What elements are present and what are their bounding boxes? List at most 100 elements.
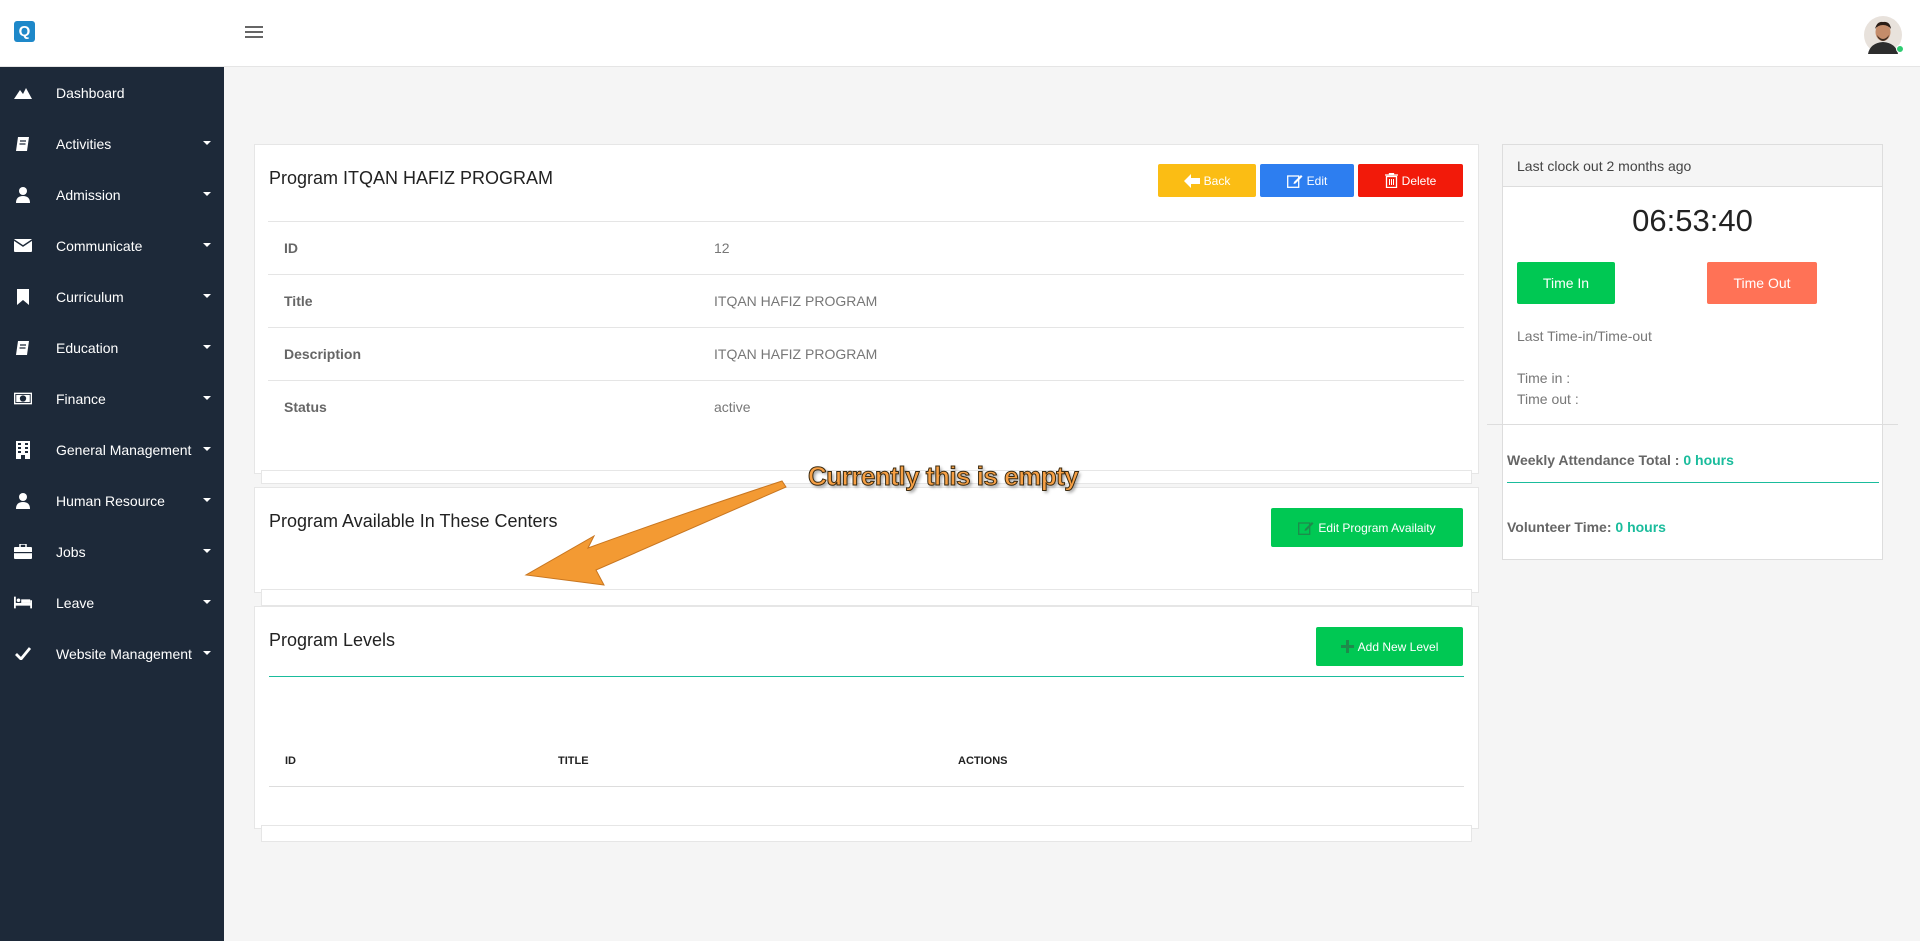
sidebar-item-leave[interactable]: Leave [0,577,224,628]
edit-button[interactable]: Edit [1260,164,1354,197]
levels-divider [269,676,1464,677]
caret-down-icon [203,549,211,553]
detail-key: ID [284,240,298,256]
book-icon [14,340,32,356]
avatar[interactable] [1864,16,1904,54]
caret-down-icon [203,651,211,655]
sidebar-item-label: Leave [56,594,95,611]
user-icon [14,492,32,509]
detail-row-description: Description ITQAN HAFIZ PROGRAM [268,327,1464,380]
detail-value: ITQAN HAFIZ PROGRAM [714,346,878,362]
table-header-border [269,786,1464,787]
app-logo[interactable]: Q [14,21,35,42]
edit-availability-label: Edit Program Availaity [1318,520,1436,535]
sidebar-item-website-management[interactable]: Website Management [0,628,224,679]
clock-display: 06:53:40 [1632,203,1753,238]
add-level-button[interactable]: Add New Level [1316,627,1463,666]
time-in-text: Time in : [1517,370,1571,386]
caret-down-icon [203,141,211,145]
levels-card [254,606,1479,829]
edit-availability-button[interactable]: Edit Program Availaity [1271,508,1463,547]
sidebar-item-label: Communicate [56,237,143,254]
panel-divider [1487,424,1898,425]
time-in-label: Time In [1542,275,1590,291]
sidebar-item-admission[interactable]: Admission [0,169,224,220]
last-timein-label: Last Time-in/Time-out [1517,328,1652,344]
sidebar-item-general-management[interactable]: General Management [0,424,224,475]
detail-key: Description [284,346,362,362]
back-button[interactable]: Back [1158,164,1256,197]
sidebar-item-jobs[interactable]: Jobs [0,526,224,577]
caret-down-icon [203,243,211,247]
bookmark-icon [14,288,32,305]
sidebar-item-human-resource[interactable]: Human Resource [0,475,224,526]
levels-title: Program Levels [269,630,396,650]
sidebar-item-label: General Management [56,441,192,458]
arrow-left-icon [1183,173,1200,188]
caret-down-icon [203,600,211,604]
money-icon [14,391,32,407]
time-out-text: Time out : [1517,391,1579,407]
sidebar-item-label: Admission [56,186,121,203]
sidebar-item-finance[interactable]: Finance [0,373,224,424]
sidebar-item-education[interactable]: Education [0,322,224,373]
detail-value: active [714,399,751,415]
sidebar-item-label: Education [56,339,119,356]
caret-down-icon [203,294,211,298]
sidebar-item-dashboard[interactable]: Dashboard [0,67,224,118]
detail-value: 12 [714,240,730,256]
logo-letter: Q [18,23,31,40]
panel-header: Last clock out 2 months ago [1503,145,1882,187]
dashboard-icon [14,85,32,101]
edit-icon [1286,174,1303,188]
sidebar-item-curriculum[interactable]: Curriculum [0,271,224,322]
edit-icon [1298,521,1314,535]
add-level-label: Add New Level [1357,639,1439,654]
trash-icon [1384,173,1398,188]
annotation-arrow-icon [524,480,787,586]
weekly-value: 0 hours [1683,452,1734,468]
column-header-title[interactable]: TITLE [558,755,589,767]
detail-key: Title [284,293,313,309]
attendance-panel: Last clock out 2 months ago 06:53:40 Tim… [1502,144,1883,560]
volunteer-value: 0 hours [1615,519,1666,535]
volunteer-label: Volunteer Time: [1507,519,1612,535]
column-header-id[interactable]: ID [285,755,296,767]
user-icon [14,186,32,203]
top-bar: Q [0,0,1920,67]
time-in-button[interactable]: Time In [1517,262,1615,304]
page-title: Program ITQAN HAFIZ PROGRAM [269,168,554,188]
sidebar-item-label: Website Management [56,645,192,662]
caret-down-icon [203,447,211,451]
sidebar-item-label: Dashboard [56,84,125,101]
caret-down-icon [203,192,211,196]
detail-value: ITQAN HAFIZ PROGRAM [714,293,878,309]
centers-title: Program Available In These Centers [269,511,558,531]
edit-label: Edit [1306,173,1328,188]
detail-row-id: ID 12 [268,221,1464,274]
annotation-label: Currently this is empty [807,461,1079,492]
column-header-actions[interactable]: ACTIONS [958,755,1008,767]
menu-toggle-icon[interactable] [245,26,263,40]
sidebar: Dashboard Activities Admission Communica… [0,67,224,941]
briefcase-icon [14,544,32,560]
sidebar-item-activities[interactable]: Activities [0,118,224,169]
caret-down-icon [203,396,211,400]
detail-row-status: Status active [268,380,1464,433]
card-shadow [261,589,1472,606]
weekly-attendance-total: Weekly Attendance Total : 0 hours [1507,452,1734,468]
online-status-dot [1896,45,1904,53]
check-icon [14,646,32,662]
caret-down-icon [203,498,211,502]
delete-button[interactable]: Delete [1358,164,1463,197]
caret-down-icon [203,345,211,349]
bed-icon [14,595,32,611]
sidebar-item-communicate[interactable]: Communicate [0,220,224,271]
time-out-button[interactable]: Time Out [1707,262,1817,304]
volunteer-time: Volunteer Time: 0 hours [1507,519,1666,535]
detail-row-title: Title ITQAN HAFIZ PROGRAM [268,274,1464,327]
back-label: Back [1203,173,1231,188]
envelope-icon [14,238,32,254]
delete-label: Delete [1401,173,1437,188]
detail-key: Status [284,399,327,415]
